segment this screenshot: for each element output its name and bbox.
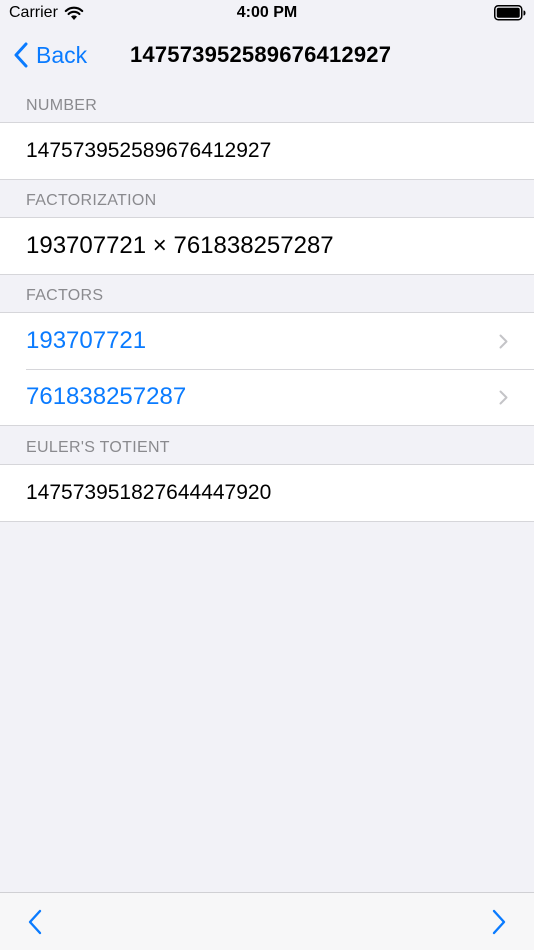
next-button[interactable] [482,907,512,937]
chevron-left-icon [14,42,28,68]
factorization-value: 193707721 × 761838257287 [26,232,334,259]
previous-button[interactable] [22,907,52,937]
status-bar: Carrier 4:00 PM [0,0,534,28]
factor-row[interactable]: 761838257287 [0,369,534,425]
chevron-left-icon [28,909,42,935]
totient-group: 147573951827644447920 [0,464,534,522]
factorization-group: 193707721 × 761838257287 [0,217,534,275]
number-group: 147573952589676412927 [0,122,534,180]
chevron-right-icon [499,334,508,349]
back-button[interactable]: Back [14,38,87,72]
factors-group: 193707721 761838257287 [0,312,534,426]
chevron-right-icon [499,390,508,405]
back-button-label: Back [36,41,88,68]
section-header-number: NUMBER [26,97,98,114]
section-header-factors: FACTORS [26,287,104,304]
factor-value: 761838257287 [26,383,187,410]
factor-value: 193707721 [26,327,147,354]
number-value: 147573952589676412927 [26,139,272,162]
page-title: 147573952589676412927 [130,42,392,67]
status-time: 4:00 PM [236,4,298,21]
section-header-totient: EULER'S TOTIENT [26,439,170,456]
navigation-bar: Back 147573952589676412927 [0,28,534,84]
factor-row[interactable]: 193707721 [0,313,534,369]
totient-value: 147573951827644447920 [26,481,272,504]
chevron-right-icon [492,909,506,935]
section-header-factorization: FACTORIZATION [26,192,157,209]
battery-icon [494,5,526,21]
bottom-toolbar [0,892,534,950]
